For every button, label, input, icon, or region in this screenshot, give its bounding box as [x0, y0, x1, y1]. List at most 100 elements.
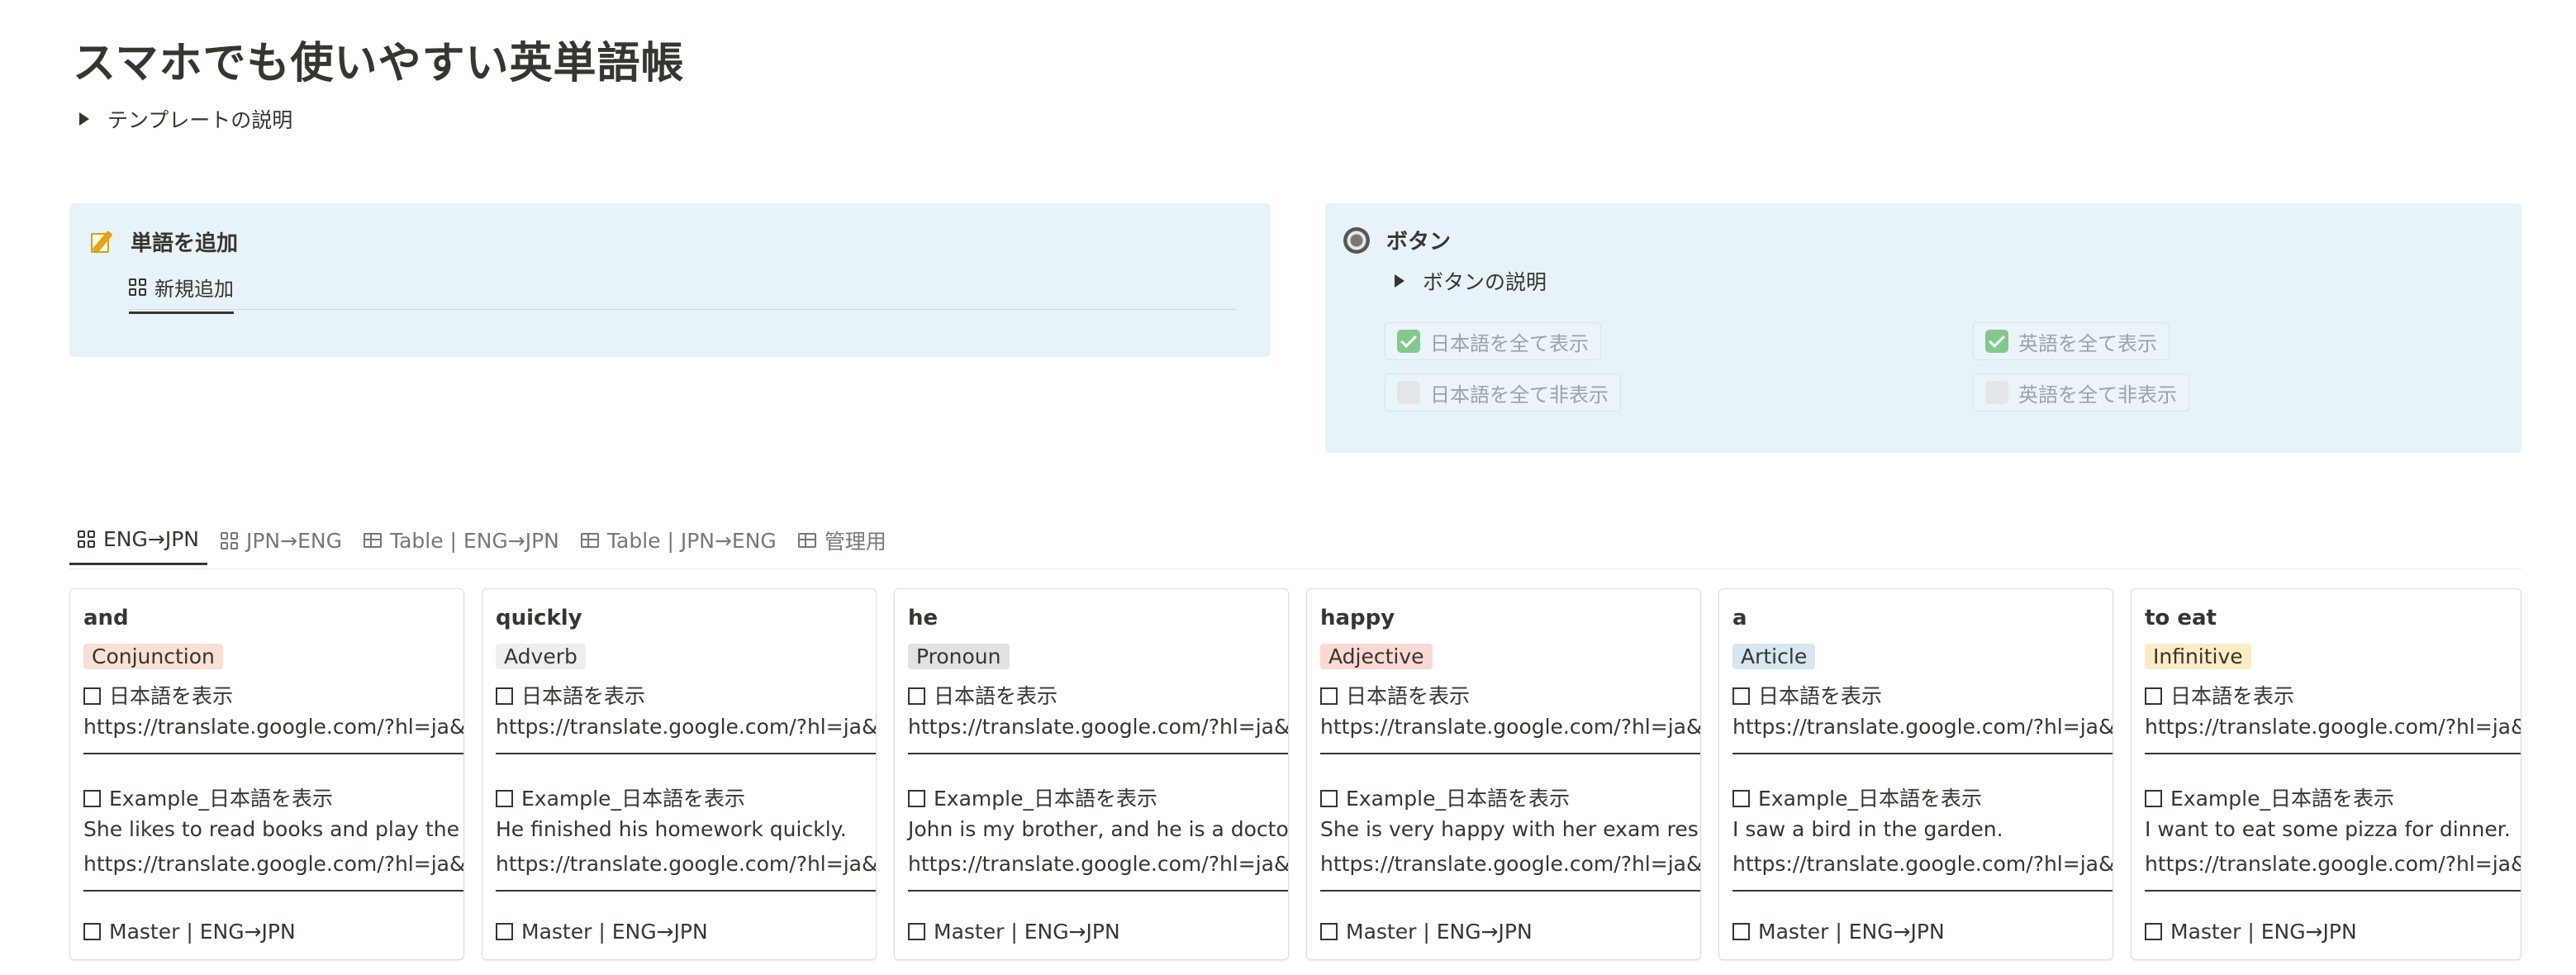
empty-checkbox-icon	[1985, 381, 2008, 404]
tab-table-eng-jpn[interactable]: Table | ENG→JPN	[355, 526, 568, 565]
show-all-japanese-label: 日本語を全て表示	[1430, 331, 1589, 355]
table-icon	[797, 533, 816, 548]
button-explain-toggle[interactable]: ボタンの説明	[1395, 266, 1547, 296]
card-example-translate-link[interactable]: https://translate.google.com/?hl=ja&sl=e…	[908, 852, 1288, 876]
tab-table-jpn-eng[interactable]: Table | JPN→ENG	[573, 526, 785, 565]
card-translate-link[interactable]: https://translate.google.com/?hl=ja&sl=e…	[496, 715, 876, 739]
card-master-label: Master | ENG→JPN	[1758, 920, 1945, 944]
card-translate-link[interactable]: https://translate.google.com/?hl=ja&sl=e…	[908, 715, 1288, 739]
card-translate-link[interactable]: https://translate.google.com/?hl=ja&sl=e…	[83, 715, 463, 739]
card-show-japanese-label: 日本語を表示	[521, 684, 646, 708]
hide-all-japanese-button[interactable]: 日本語を全て非表示	[1385, 373, 1621, 411]
card-rule	[496, 753, 876, 754]
checkbox-icon	[496, 790, 513, 807]
card-show-japanese[interactable]: 日本語を表示	[83, 680, 233, 710]
card-translate-link[interactable]: https://translate.google.com/?hl=ja&sl=e…	[1732, 715, 2113, 739]
card-example-translate-link[interactable]: https://translate.google.com/?hl=ja&sl=e…	[1320, 852, 1700, 876]
card-show-japanese[interactable]: 日本語を表示	[908, 680, 1057, 710]
card-master[interactable]: Master | ENG→JPN	[1732, 920, 1945, 944]
card-show-example[interactable]: Example_日本語を表示	[2145, 782, 2394, 812]
table-icon	[363, 533, 382, 548]
card-word: quickly	[496, 606, 582, 630]
gallery-card[interactable]: to eat Infinitive 日本語を表示 https://transla…	[2131, 588, 2521, 960]
card-show-japanese[interactable]: 日本語を表示	[1320, 680, 1470, 710]
memo-icon	[89, 230, 114, 254]
card-example-translate-link[interactable]: https://translate.google.com/?hl=ja&sl=e…	[1732, 852, 2113, 876]
card-rule	[1320, 753, 1700, 754]
card-master-label: Master | ENG→JPN	[934, 920, 1120, 944]
card-show-japanese-label: 日本語を表示	[1346, 684, 1471, 708]
button-explain-toggle-label: ボタンの説明	[1423, 270, 1547, 294]
checkbox-icon	[1320, 687, 1338, 705]
card-show-example[interactable]: Example_日本語を表示	[1320, 782, 1570, 812]
card-example-translate-link[interactable]: https://translate.google.com/?hl=ja&sl=e…	[496, 852, 876, 876]
card-show-example[interactable]: Example_日本語を表示	[908, 782, 1157, 812]
check-mark-icon	[1397, 330, 1420, 353]
card-example-translate-link[interactable]: https://translate.google.com/?hl=ja&sl=e…	[83, 852, 463, 876]
card-example-sentence: I saw a bird in the garden.	[1732, 817, 2003, 841]
tab-label: ENG→JPN	[103, 527, 199, 551]
gallery-card[interactable]: and Conjunction 日本語を表示 https://translate…	[69, 588, 464, 960]
gallery-card[interactable]: happy Adjective 日本語を表示 https://translate…	[1306, 588, 1701, 960]
show-all-english-label: 英語を全て表示	[2018, 331, 2157, 355]
card-example-sentence: John is my brother, and he is a doctor.	[908, 817, 1289, 841]
checkbox-icon	[83, 790, 101, 807]
show-all-japanese-button[interactable]: 日本語を全て表示	[1385, 322, 1601, 360]
toggle-triangle-icon	[1395, 274, 1404, 288]
new-entry-button-label: 新規追加	[154, 278, 234, 301]
card-master[interactable]: Master | ENG→JPN	[83, 920, 296, 944]
card-rule	[908, 753, 1288, 754]
card-show-japanese-label: 日本語を表示	[934, 684, 1058, 708]
gallery-card[interactable]: he Pronoun 日本語を表示 https://translate.goog…	[894, 588, 1289, 960]
view-tabs-divider	[69, 568, 2521, 569]
tab-jpn-eng[interactable]: JPN→ENG	[212, 526, 350, 565]
gallery-card[interactable]: quickly Adverb 日本語を表示 https://translate.…	[482, 588, 877, 960]
checkbox-icon	[496, 687, 513, 705]
card-rule	[83, 753, 463, 754]
radio-button-icon	[1343, 226, 1370, 254]
card-show-example[interactable]: Example_日本語を表示	[496, 782, 745, 812]
checkbox-icon	[908, 923, 925, 940]
card-master-label: Master | ENG→JPN	[1346, 920, 1533, 944]
new-entry-button[interactable]: 新規追加	[129, 273, 234, 314]
hide-all-japanese-label: 日本語を全て非表示	[1430, 383, 1609, 407]
checkbox-icon	[83, 923, 101, 940]
template-toggle-label: テンプレートの説明	[107, 108, 293, 132]
tab-label: Table | JPN→ENG	[606, 528, 777, 553]
template-toggle[interactable]: テンプレートの説明	[79, 104, 292, 134]
card-show-example[interactable]: Example_日本語を表示	[83, 782, 333, 812]
card-master[interactable]: Master | ENG→JPN	[1320, 920, 1533, 944]
checkbox-icon	[1732, 687, 1750, 705]
add-word-divider	[129, 309, 1236, 310]
card-translate-link[interactable]: https://translate.google.com/?hl=ja&sl=e…	[1320, 715, 1700, 739]
card-rule	[1732, 890, 2113, 892]
button-callout-heading: ボタン	[1343, 225, 1451, 255]
card-master[interactable]: Master | ENG→JPN	[908, 920, 1120, 944]
card-example-translate-link[interactable]: https://translate.google.com/?hl=ja&sl=e…	[2145, 852, 2521, 876]
show-all-english-button[interactable]: 英語を全て表示	[1973, 322, 2170, 360]
tab-label: JPN→ENG	[245, 528, 342, 553]
gallery-icon	[78, 530, 95, 548]
card-example-sentence: She likes to read books and play the pia…	[83, 817, 463, 841]
button-callout-heading-label: ボタン	[1386, 230, 1452, 254]
toggle-triangle-icon	[79, 112, 89, 126]
checkbox-icon	[1320, 790, 1338, 807]
checkbox-icon	[2145, 790, 2162, 807]
hide-all-english-button[interactable]: 英語を全て非表示	[1973, 373, 2189, 411]
card-rule	[83, 890, 463, 892]
card-show-japanese[interactable]: 日本語を表示	[2145, 680, 2294, 710]
card-translate-link[interactable]: https://translate.google.com/?hl=ja&sl=e…	[2145, 715, 2521, 739]
page-title: スマホでも使いやすい英単語帳	[73, 39, 685, 88]
gallery-card[interactable]: a Article 日本語を表示 https://translate.googl…	[1718, 588, 2113, 960]
checkbox-icon	[2145, 687, 2162, 705]
card-show-example-label: Example_日本語を表示	[2170, 787, 2394, 811]
card-master[interactable]: Master | ENG→JPN	[496, 920, 708, 944]
card-show-japanese[interactable]: 日本語を表示	[1732, 680, 1882, 710]
tab-eng-jpn[interactable]: ENG→JPN	[69, 526, 207, 565]
card-pos-tag: Pronoun	[908, 644, 1010, 669]
tab-admin[interactable]: 管理用	[790, 526, 895, 565]
card-show-example[interactable]: Example_日本語を表示	[1732, 782, 1982, 812]
card-master[interactable]: Master | ENG→JPN	[2145, 920, 2357, 944]
gallery-icon	[220, 531, 238, 549]
card-show-japanese[interactable]: 日本語を表示	[496, 680, 645, 710]
